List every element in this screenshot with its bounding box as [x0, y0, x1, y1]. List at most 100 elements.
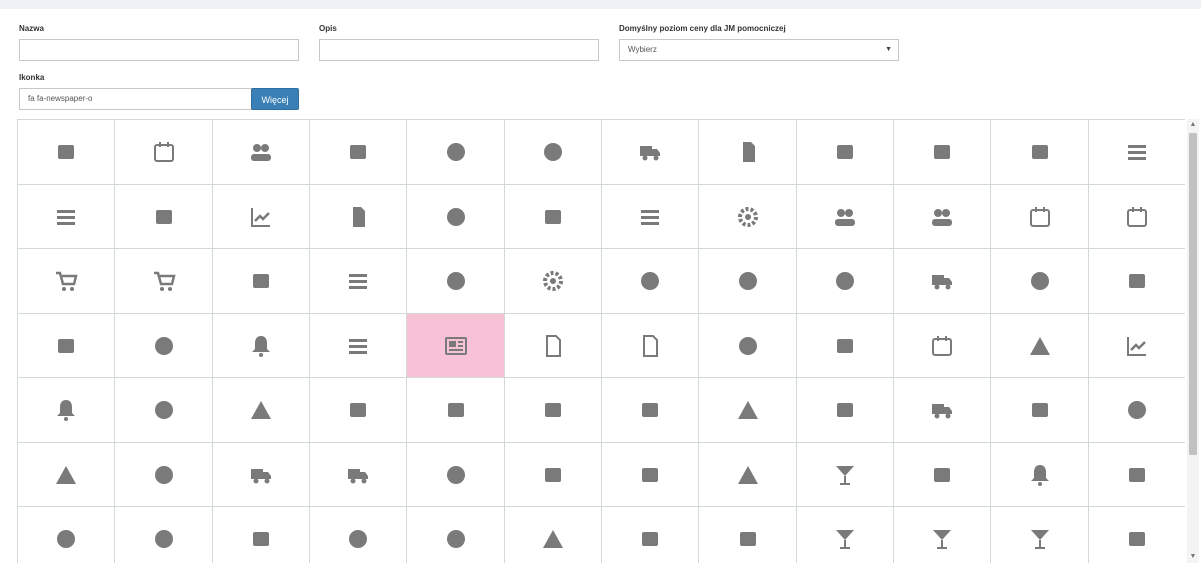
icon-cell-cart[interactable] [17, 248, 115, 314]
icon-cell-cocktail[interactable] [796, 442, 894, 507]
price-level-select[interactable]: Wybierz ▼ [619, 39, 899, 61]
icon-cell-area-chart[interactable] [1088, 313, 1185, 378]
icon-cell-bottle[interactable] [1088, 377, 1185, 443]
icon-cell-file-o[interactable] [601, 313, 699, 378]
icon-cell-bus[interactable] [893, 377, 991, 443]
description-input[interactable] [319, 39, 599, 61]
icon-cell-archive[interactable] [17, 313, 115, 378]
icon-cell-users-group[interactable] [796, 184, 894, 249]
icon-cell-blender[interactable] [601, 377, 699, 443]
scroll-down-icon[interactable]: ▼ [1187, 551, 1199, 563]
icon-cell-fax[interactable] [17, 119, 115, 185]
credit-card-icon [837, 338, 853, 353]
icon-cell-coffee[interactable] [893, 442, 991, 507]
icon-cell-cat[interactable] [406, 442, 505, 507]
scroll-up-icon[interactable]: ▲ [1187, 119, 1199, 131]
icon-class-input[interactable]: fa fa-newspaper-o [19, 88, 252, 110]
icon-cell-address-card[interactable] [309, 119, 407, 185]
icon-cell-car[interactable] [212, 442, 310, 507]
icon-cell-archway[interactable] [1088, 248, 1185, 314]
icon-cell-egg[interactable] [309, 506, 407, 563]
icon-cell-table[interactable] [504, 184, 602, 249]
icon-cell-calendar-check[interactable] [990, 184, 1089, 249]
icon-cell-concierge-bell[interactable] [990, 442, 1089, 507]
icon-cell-server[interactable] [17, 184, 115, 249]
icon-cell-file[interactable] [309, 184, 407, 249]
icon-cell-book[interactable] [990, 119, 1089, 185]
icon-cell-birthday-cake[interactable] [504, 377, 602, 443]
icon-cell-gift[interactable] [212, 248, 310, 314]
icon-cell-flask-solid[interactable] [504, 506, 602, 563]
icon-cell-credit-card[interactable] [796, 313, 894, 378]
icon-cell-calendar-plus[interactable] [1088, 184, 1185, 249]
icon-cell-bell[interactable] [212, 313, 310, 378]
name-input[interactable] [19, 39, 299, 61]
icon-cell-newspaper[interactable] [406, 313, 505, 378]
caravan-icon [348, 468, 368, 483]
icon-cell-beer[interactable] [406, 377, 505, 443]
icon-cell-folder-open[interactable] [796, 119, 894, 185]
icon-cell-anchor[interactable] [990, 248, 1089, 314]
icon-cell-camera-retro[interactable] [990, 377, 1089, 443]
gas-pump-icon [642, 532, 658, 546]
users-icon [251, 144, 271, 161]
icon-cell-calendar[interactable] [114, 119, 213, 185]
concierge-bell-icon [1030, 464, 1049, 486]
icon-cell-fish[interactable] [406, 506, 505, 563]
icon-cell-balance-scale[interactable] [212, 377, 310, 443]
icon-cell-glass-martini-alt[interactable] [990, 506, 1089, 563]
icon-cell-charging-station[interactable] [601, 442, 699, 507]
icon-cell-bell-solid[interactable] [17, 377, 115, 443]
server-icon [57, 209, 75, 225]
icon-cell-accessible[interactable] [698, 248, 797, 314]
icon-cell-truck[interactable] [601, 119, 699, 185]
icon-cell-sitemap[interactable] [114, 184, 213, 249]
icon-cell-calendar-o[interactable] [893, 313, 991, 378]
more-button[interactable]: Więcej [251, 88, 299, 110]
icon-cell-list-alt[interactable] [309, 248, 407, 314]
icon-cell-building[interactable] [796, 377, 894, 443]
icon-cell-caravan[interactable] [309, 442, 407, 507]
scrollbar-thumb[interactable] [1189, 133, 1197, 455]
icon-cell-gas-pump[interactable] [601, 506, 699, 563]
icon-cell-flask[interactable] [698, 377, 797, 443]
icon-cell-cubes[interactable] [1088, 442, 1185, 507]
icon-cell-cheese[interactable] [698, 442, 797, 507]
icon-cell-gavel[interactable] [114, 377, 213, 443]
icon-cell-chart-line[interactable] [212, 184, 310, 249]
icon-cell-gavel-axe[interactable] [114, 313, 213, 378]
icon-cell-paperclip[interactable] [406, 248, 505, 314]
icon-cell-capsules[interactable] [114, 442, 213, 507]
icon-cell-handshake[interactable] [406, 184, 505, 249]
icon-cell-glass-martini[interactable] [893, 506, 991, 563]
icon-cell-raspberry[interactable] [796, 248, 894, 314]
icon-cell-donate[interactable] [504, 119, 602, 185]
book-icon [1031, 145, 1048, 159]
icon-cell-university[interactable] [309, 313, 407, 378]
icon-cell-coins[interactable] [698, 313, 797, 378]
icon-cell-hourglass[interactable] [990, 313, 1089, 378]
icon-cell-drumstick[interactable] [114, 506, 213, 563]
icon-cell-dumpster[interactable] [212, 506, 310, 563]
icon-cell-file-text[interactable] [504, 313, 602, 378]
icon-cell-cart-plus[interactable] [114, 248, 213, 314]
icon-cell-money-hand[interactable] [17, 506, 115, 563]
scrollbar[interactable]: ▲ ▼ [1187, 119, 1199, 563]
icon-cell-handshake-hand[interactable] [406, 119, 505, 185]
icon-cell-folder[interactable] [893, 119, 991, 185]
icon-cell-glass-whiskey[interactable] [1088, 506, 1185, 563]
icon-cell-tasks[interactable] [1088, 119, 1185, 185]
icon-cell-cog[interactable] [504, 248, 602, 314]
icon-cell-users[interactable] [212, 119, 310, 185]
icon-cell-ambulance[interactable] [893, 248, 991, 314]
icon-cell-copy[interactable] [698, 119, 797, 185]
icon-cell-align-center[interactable] [601, 184, 699, 249]
icon-cell-horse[interactable] [601, 248, 699, 314]
icon-cell-cogs[interactable] [698, 184, 797, 249]
icon-cell-chair[interactable] [504, 442, 602, 507]
icon-cell-glass-cheers[interactable] [796, 506, 894, 563]
icon-cell-bed[interactable] [309, 377, 407, 443]
icon-cell-campground[interactable] [17, 442, 115, 507]
icon-cell-user-plus[interactable] [893, 184, 991, 249]
icon-cell-gifts[interactable] [698, 506, 797, 563]
